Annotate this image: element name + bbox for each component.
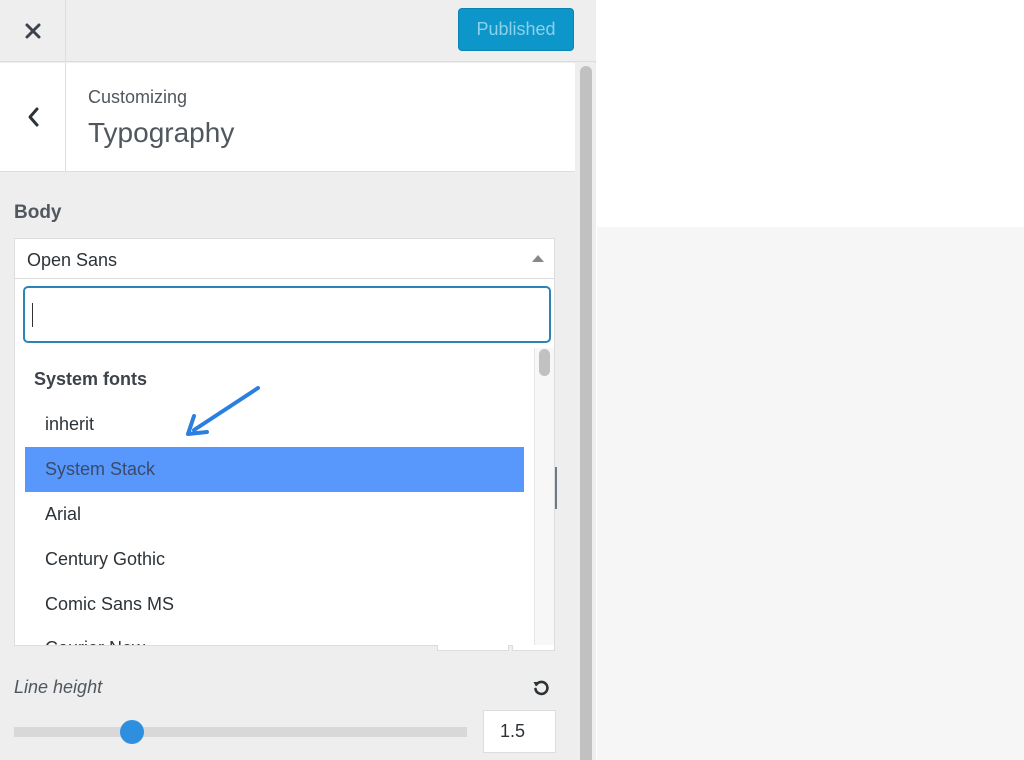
body-font-select[interactable]: Open Sans xyxy=(14,238,555,279)
selected-font-value: Open Sans xyxy=(27,250,118,270)
section-header: Customizing Typography xyxy=(0,63,575,172)
line-height-input[interactable]: 1.5 xyxy=(483,710,556,753)
dropdown-scrollbar-thumb[interactable] xyxy=(539,349,550,376)
font-dropdown: System fonts inherit System Stack Arial … xyxy=(14,278,555,646)
close-icon xyxy=(25,23,40,39)
reset-icon[interactable] xyxy=(531,678,551,698)
font-option[interactable]: Arial xyxy=(25,492,524,537)
font-option[interactable]: Century Gothic xyxy=(25,537,524,582)
line-height-slider-thumb[interactable] xyxy=(119,720,144,744)
text-cursor xyxy=(32,303,33,327)
font-option[interactable]: inherit xyxy=(25,402,524,447)
section-title: Typography xyxy=(88,117,235,148)
hidden-input-a[interactable] xyxy=(437,645,509,651)
caret-up-icon xyxy=(532,255,544,262)
line-height-label: Line height xyxy=(14,677,103,697)
resize-handle xyxy=(555,467,557,509)
customizer-sidebar: Published Customizing Typography Body Op… xyxy=(0,0,596,760)
font-option[interactable]: Comic Sans MS xyxy=(25,582,524,627)
back-button[interactable] xyxy=(0,63,66,171)
line-height-slider[interactable] xyxy=(14,720,467,744)
font-options-list: System fonts inherit System Stack Arial … xyxy=(15,348,535,645)
font-search-input[interactable] xyxy=(23,286,551,343)
dropdown-scrollbar[interactable] xyxy=(534,348,554,645)
customizing-label: Customizing xyxy=(88,87,188,107)
option-group-label: System fonts xyxy=(34,369,148,389)
body-font-label: Body xyxy=(14,202,62,223)
hidden-input-b[interactable] xyxy=(512,645,555,651)
site-preview-content xyxy=(597,227,1024,760)
published-button[interactable]: Published xyxy=(458,8,574,51)
sidebar-scrollbar-thumb[interactable] xyxy=(580,66,592,760)
close-button[interactable] xyxy=(0,0,66,62)
site-preview-header xyxy=(597,0,1024,227)
chevron-left-icon xyxy=(28,107,38,127)
font-option-highlighted[interactable]: System Stack xyxy=(25,447,524,492)
customizer-header: Published xyxy=(0,0,596,62)
font-option[interactable]: Courier New xyxy=(25,626,524,645)
